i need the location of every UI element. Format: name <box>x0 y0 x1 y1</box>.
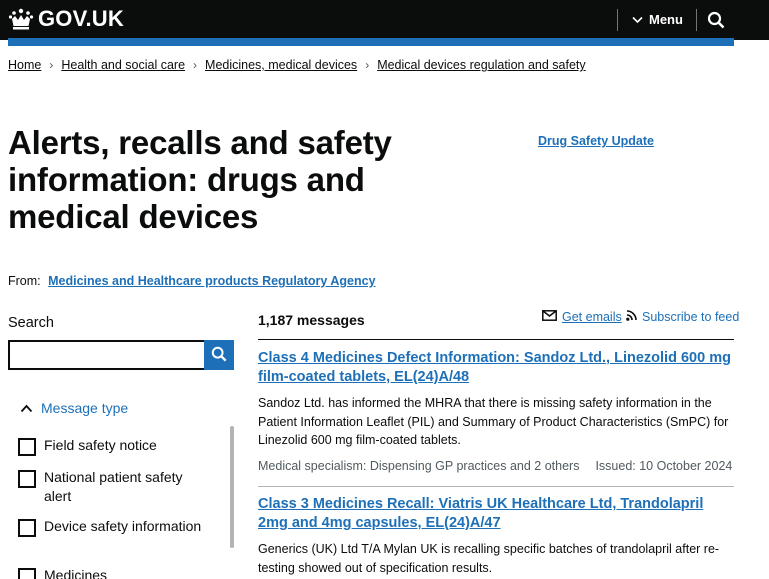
checkbox[interactable] <box>18 438 36 456</box>
checkbox[interactable] <box>18 470 36 488</box>
filter-scrollbar[interactable] <box>230 426 234 548</box>
result-title-link[interactable]: Class 3 Medicines Recall: Viatris UK Hea… <box>258 495 734 533</box>
message-type-filter-toggle[interactable]: Message type <box>20 400 128 416</box>
chevron-right-icon: › <box>193 58 198 72</box>
filter-option-label: Medicines <box>44 567 108 579</box>
result-description: Generics (UK) Ltd T/A Mylan UK is recall… <box>258 542 720 575</box>
drug-safety-update-link[interactable]: Drug Safety Update <box>538 134 654 148</box>
filter-option-medicines[interactable]: Medicines <box>18 566 204 579</box>
envelope-icon <box>542 310 557 324</box>
search-input[interactable] <box>8 340 204 370</box>
result-description: Sandoz Ltd. has informed the MHRA that t… <box>258 396 729 447</box>
search-icon <box>211 346 227 365</box>
header-search-button[interactable] <box>707 11 725 34</box>
filter-option-device-safety-info[interactable]: Device safety information <box>18 517 204 537</box>
result-item: Class 4 Medicines Defect Information: Sa… <box>258 349 734 473</box>
chevron-up-icon <box>20 400 33 416</box>
subscribe-feed-label: Subscribe to feed <box>642 310 740 324</box>
menu-button[interactable]: Menu <box>632 12 683 27</box>
result-divider <box>258 486 734 487</box>
result-specialism: Medical specialism: Dispensing GP practi… <box>258 458 580 473</box>
menu-label: Menu <box>649 12 683 27</box>
filter-option-patient-safety-alert[interactable]: National patient safety alert <box>18 468 204 506</box>
chevron-right-icon: › <box>365 58 370 72</box>
subscribe-feed-link[interactable]: Subscribe to feed <box>626 310 739 324</box>
checkbox[interactable] <box>18 568 36 579</box>
from-organisation: From: Medicines and Healthcare products … <box>8 274 376 288</box>
search-label: Search <box>8 315 54 331</box>
header-divider-2 <box>696 9 697 31</box>
result-metadata: Medical specialism: Dispensing GP practi… <box>258 459 734 473</box>
search-form <box>8 340 234 370</box>
filter-option-field-safety-notice[interactable]: Field safety notice <box>18 436 204 456</box>
filter-option-label: Field safety notice <box>44 437 157 453</box>
chevron-down-icon <box>632 12 643 27</box>
from-label: From: <box>8 274 41 288</box>
mhra-link[interactable]: Medicines and Healthcare products Regula… <box>48 274 375 288</box>
header-divider <box>617 9 618 31</box>
breadcrumb-medicines-devices[interactable]: Medicines, medical devices <box>205 58 357 72</box>
filter-option-label: Device safety information <box>44 518 202 534</box>
site-header: GOV.UK Menu <box>0 0 769 40</box>
breadcrumb-health-social-care[interactable]: Health and social care <box>61 58 185 72</box>
chevron-right-icon: › <box>49 58 54 72</box>
logo-text: GOV.UK <box>38 6 124 31</box>
breadcrumb-devices-regulation[interactable]: Medical devices regulation and safety <box>377 58 585 72</box>
filter-option-label: National patient safety alert <box>44 469 183 504</box>
rss-feed-icon <box>626 310 637 324</box>
checkbox[interactable] <box>18 519 36 537</box>
search-submit-button[interactable] <box>204 340 234 370</box>
breadcrumb-home[interactable]: Home <box>8 58 41 72</box>
header-accent-bar <box>8 38 734 46</box>
filter-toggle-label: Message type <box>41 400 129 416</box>
govuk-logo-link[interactable]: GOV.UK <box>8 6 124 32</box>
result-issued-date: Issued: 10 October 2024 <box>595 458 733 473</box>
get-emails-link[interactable]: Get emails <box>542 310 622 324</box>
result-title-link[interactable]: Class 4 Medicines Defect Information: Sa… <box>258 349 734 387</box>
result-item: Class 3 Medicines Recall: Viatris UK Hea… <box>258 495 734 577</box>
search-icon <box>707 11 725 33</box>
crown-icon <box>8 7 34 31</box>
results-divider <box>258 339 734 340</box>
result-count: 1,187 messages <box>258 312 365 328</box>
breadcrumb: Home › Health and social care › Medicine… <box>8 58 586 72</box>
get-emails-label: Get emails <box>562 310 622 324</box>
page-title: Alerts, recalls and safety information: … <box>8 124 392 235</box>
